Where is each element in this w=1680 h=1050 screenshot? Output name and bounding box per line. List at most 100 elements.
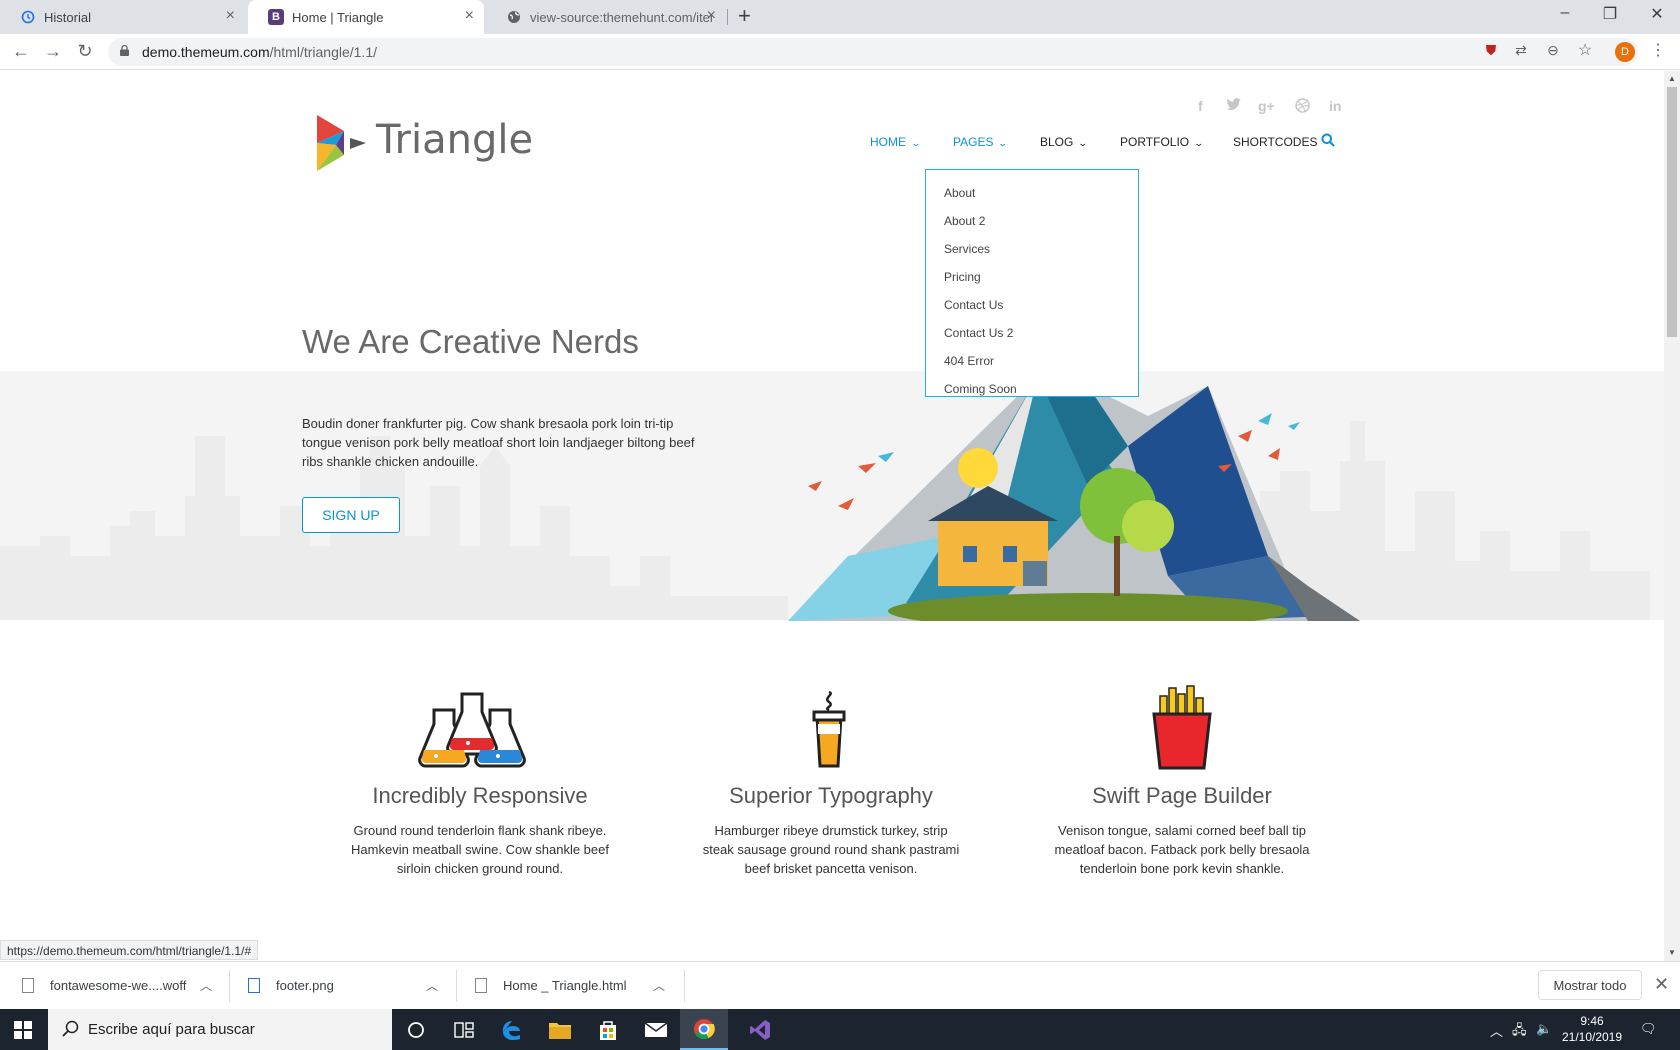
show-all-button[interactable]: Mostrar todo xyxy=(1538,970,1642,1000)
download-shelf: fontawesome-we....woff ︿ footer.png ︿ Ho… xyxy=(0,961,1680,1009)
chevron-down-icon: ⌄ xyxy=(997,138,1009,148)
task-view-icon[interactable] xyxy=(440,1009,488,1050)
globe-icon xyxy=(506,9,522,25)
chrome-icon[interactable] xyxy=(680,1009,728,1050)
tray-chevron-up-icon[interactable]: ︿ xyxy=(1490,1021,1503,1040)
feature-title-page-builder: Swift Page Builder xyxy=(1092,783,1272,808)
volume-icon[interactable]: 🔈 xyxy=(1536,1021,1552,1037)
windows-start-icon[interactable] xyxy=(14,1021,32,1039)
dropdown-item-pricing[interactable]: Pricing xyxy=(944,270,981,284)
zoom-icon[interactable]: ⊖ xyxy=(1543,42,1563,59)
dropdown-item-coming-soon[interactable]: Coming Soon xyxy=(944,382,1017,396)
search-icon[interactable] xyxy=(1321,133,1335,147)
edge-browser-icon[interactable] xyxy=(488,1009,536,1050)
flasks-icon xyxy=(418,692,526,768)
tab-label: Historial xyxy=(44,9,91,25)
profile-avatar[interactable]: D xyxy=(1615,42,1635,62)
hero-text: Boudin doner frankfurter pig. Cow shank … xyxy=(302,416,695,469)
store-icon[interactable] xyxy=(584,1009,632,1050)
cortana-icon[interactable] xyxy=(392,1009,440,1050)
history-icon xyxy=(20,9,36,25)
mountain-house-illustration xyxy=(788,376,1360,621)
divider xyxy=(684,970,685,1002)
close-window-icon[interactable]: ✕ xyxy=(1642,4,1672,24)
new-tab-icon[interactable]: + xyxy=(738,5,751,27)
sign-up-button[interactable]: SIGN UP xyxy=(302,497,400,533)
dropdown-item-about-2[interactable]: About 2 xyxy=(944,214,985,228)
download-item[interactable]: footer.png ︿ xyxy=(248,962,444,1009)
nav-home[interactable]: HOME ⌄ xyxy=(870,135,921,149)
twitter-icon[interactable] xyxy=(1226,98,1241,114)
divider xyxy=(229,970,230,1002)
tab-historial[interactable]: Historial × xyxy=(0,0,245,34)
translate-icon[interactable]: ⇄ xyxy=(1511,42,1531,59)
feature-text-page-builder: Venison tongue, salami corned beef ball … xyxy=(1054,823,1310,876)
nav-shortcodes-label: SHORTCODES xyxy=(1233,135,1318,149)
chevron-up-icon[interactable]: ︿ xyxy=(653,977,665,994)
clock-time: 9:46 xyxy=(1580,1014,1604,1028)
dropdown-item-about[interactable]: About xyxy=(944,186,975,200)
feature-text-responsive: Ground round tenderloin flank shank ribe… xyxy=(351,823,609,876)
triangle-logo-icon[interactable] xyxy=(314,115,368,171)
chevron-down-icon: ⌄ xyxy=(1077,138,1089,148)
nav-portfolio[interactable]: PORTFOLIO ⌄ xyxy=(1120,135,1204,149)
tab-view-source[interactable]: view-source:themehunt.com/item × xyxy=(486,0,726,34)
page-scrollbar[interactable]: ▲ ▼ xyxy=(1664,71,1680,961)
back-icon[interactable]: ← xyxy=(10,41,32,61)
taskbar-search-placeholder: Escribe aquí para buscar xyxy=(88,1021,255,1038)
tab-home-triangle[interactable]: B Home | Triangle × xyxy=(248,0,484,34)
file-icon xyxy=(22,978,34,993)
logo-text[interactable]: Triangle xyxy=(376,117,533,163)
nav-blog[interactable]: BLOG ⌄ xyxy=(1040,135,1089,149)
chevron-up-icon[interactable]: ︿ xyxy=(200,977,212,994)
close-tab-icon[interactable]: × xyxy=(707,8,716,24)
scroll-up-icon[interactable]: ▲ xyxy=(1668,74,1676,83)
bookmark-star-icon[interactable]: ☆ xyxy=(1575,40,1595,60)
network-icon[interactable]: 🖧 xyxy=(1512,1021,1527,1043)
divider xyxy=(456,970,457,1002)
download-item[interactable]: fontawesome-we....woff ︿ xyxy=(22,962,218,1009)
reload-icon[interactable]: ↻ xyxy=(74,41,96,61)
pages-dropdown-menu: About About 2 Services Pricing Contact U… xyxy=(925,169,1139,397)
file-explorer-icon[interactable] xyxy=(536,1009,584,1050)
nav-pages[interactable]: PAGES ⌄ xyxy=(953,135,1009,149)
visual-studio-icon[interactable] xyxy=(736,1009,784,1050)
close-tab-icon[interactable]: × xyxy=(465,8,474,24)
feature-title-typography: Superior Typography xyxy=(729,783,933,808)
google-plus-icon[interactable]: g+ xyxy=(1258,98,1275,114)
browser-toolbar: ← → ↻ demo.themeum.com/html/triangle/1.1… xyxy=(0,34,1680,70)
tab-separator xyxy=(727,9,728,25)
linkedin-icon[interactable]: in xyxy=(1329,98,1341,114)
fries-icon xyxy=(1152,685,1212,770)
facebook-icon[interactable]: f xyxy=(1198,98,1203,114)
nav-blog-label: BLOG xyxy=(1040,135,1074,149)
scrollbar-thumb[interactable] xyxy=(1667,87,1677,337)
nav-shortcodes[interactable]: SHORTCODES xyxy=(1233,135,1317,149)
address-bar[interactable]: demo.themeum.com/html/triangle/1.1/ xyxy=(108,38,1638,66)
notifications-icon[interactable]: 🗨 xyxy=(1640,1021,1657,1037)
blocked-icon[interactable]: ⛊ xyxy=(1481,42,1501,59)
forward-icon[interactable]: → xyxy=(42,41,64,61)
minimize-icon[interactable]: – xyxy=(1550,4,1580,22)
chevron-up-icon[interactable]: ︿ xyxy=(426,977,438,994)
download-item[interactable]: Home _ Triangle.html ︿ xyxy=(475,962,671,1009)
web-page: f g+ in Triangle HOME ⌄ PAGES ⌄ BLOG ⌄ PORT… xyxy=(0,71,1664,961)
status-bar-url: https://demo.themeum.com/html/triangle/1… xyxy=(0,940,259,960)
close-tab-icon[interactable]: × xyxy=(226,8,235,24)
dribbble-icon[interactable] xyxy=(1295,98,1310,116)
scroll-down-icon[interactable]: ▼ xyxy=(1668,948,1676,957)
tab-label: Home | Triangle xyxy=(292,9,384,25)
mail-icon[interactable] xyxy=(632,1009,680,1050)
close-shelf-icon[interactable]: ✕ xyxy=(1654,974,1669,995)
dropdown-item-contact-us[interactable]: Contact Us xyxy=(944,298,1003,312)
dropdown-item-services[interactable]: Services xyxy=(944,242,990,256)
dropdown-item-404-error[interactable]: 404 Error xyxy=(944,354,994,368)
system-clock[interactable]: 9:46 21/10/2019 xyxy=(1560,1013,1624,1045)
clock-date: 21/10/2019 xyxy=(1561,1030,1623,1044)
menu-kebab-icon[interactable]: ⋮ xyxy=(1648,40,1668,60)
taskbar-search-box[interactable]: Escribe aquí para buscar xyxy=(48,1009,392,1050)
dropdown-item-contact-us-2[interactable]: Contact Us 2 xyxy=(944,326,1013,340)
restore-icon[interactable]: ❐ xyxy=(1595,4,1625,24)
bootstrap-favicon-icon: B xyxy=(268,9,284,25)
url-host: demo.themeum.com xyxy=(142,44,270,60)
